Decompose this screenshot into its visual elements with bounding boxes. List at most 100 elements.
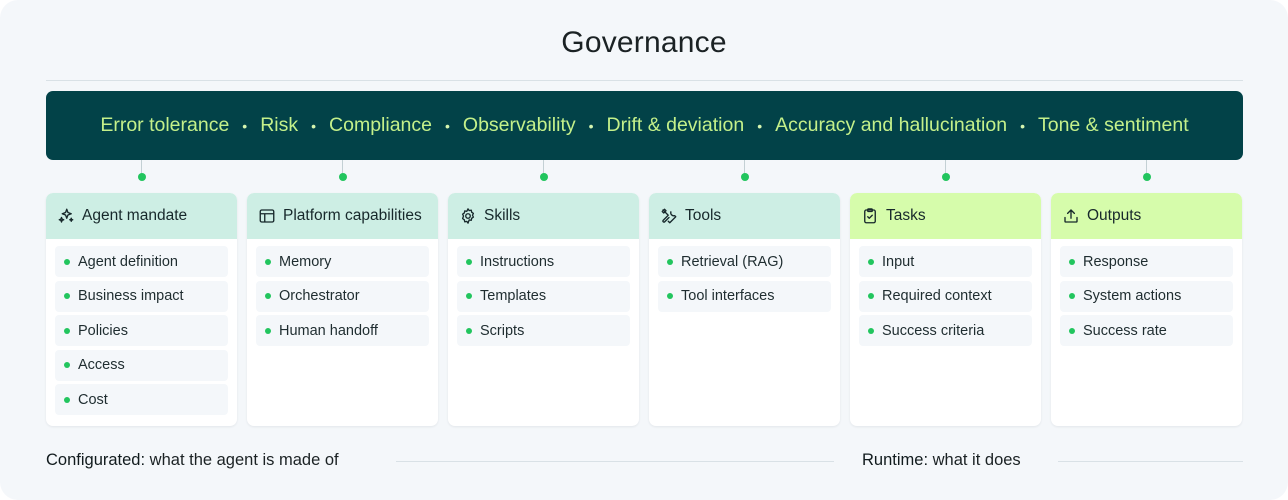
list-item-label: Cost [78, 391, 108, 408]
list-item: Policies [55, 315, 228, 346]
list-item: Success criteria [859, 315, 1032, 346]
list-item: Agent definition [55, 246, 228, 277]
governance-item: Tone & sentiment [1037, 114, 1189, 136]
list-item: System actions [1060, 280, 1233, 312]
bullet-dot [64, 293, 70, 299]
list-item-label: Orchestrator [279, 288, 360, 304]
list-item-label: Input [882, 253, 915, 270]
card-title: Platform capabilities [283, 207, 422, 224]
footer-runtime: Runtime: what it does [862, 451, 1021, 470]
list-item-label: Access [78, 357, 125, 373]
list-item-label: Templates [480, 288, 547, 304]
governance-item: Risk [260, 114, 299, 136]
list-item-label: Tool interfaces [681, 288, 775, 304]
connector-dot [137, 173, 146, 181]
governance-separator: • [445, 117, 450, 134]
connector-dot [539, 173, 548, 181]
footer-configurated-text: what the agent is made of [149, 451, 339, 469]
card-title: Tools [685, 207, 722, 224]
list-item-label: System actions [1083, 288, 1182, 304]
list-item-label: Success criteria [882, 322, 985, 339]
governance-item: Accuracy and hallucination [775, 114, 1008, 136]
footer-runtime-label: Runtime: [862, 451, 929, 469]
governance-item: Drift & deviation [606, 114, 745, 136]
list-item-label: Retrieval (RAG) [681, 253, 784, 270]
bullet-dot [868, 258, 874, 265]
connector-dot [338, 173, 347, 181]
footer-configurated: Configurated: what the agent is made of [46, 451, 339, 470]
list-item-label: Policies [78, 322, 128, 339]
bullet-dot [64, 362, 70, 368]
connector-dot [740, 173, 749, 181]
card-agent-mandate: Agent mandate Agent definition Business im… [46, 193, 237, 426]
card-header: Skills [448, 193, 639, 239]
card-header: Agent mandate [46, 193, 237, 239]
card-title: Outputs [1087, 207, 1142, 224]
governance-separator: • [757, 117, 763, 134]
card-item-list: Response System actions Success rate [1051, 239, 1242, 346]
card-title: Agent mandate [82, 207, 188, 224]
list-item: Required context [859, 280, 1032, 312]
bullet-dot [667, 258, 673, 265]
list-item: Tool interfaces [658, 280, 831, 312]
card-tasks: Tasks Input Required context Success criter… [850, 193, 1041, 426]
bullet-dot [466, 293, 472, 299]
card-header: Tools [649, 193, 840, 239]
bullet-dot [265, 258, 271, 265]
list-item-label: Scripts [480, 322, 525, 339]
card-item-list: Instructions Templates Scripts [448, 239, 639, 346]
card-tools: Tools Retrieval (RAG) Tool interfaces [649, 193, 840, 426]
governance-separator: • [588, 117, 594, 134]
bullet-dot [667, 293, 673, 299]
list-item: Access [55, 349, 228, 381]
card-title: Skills [484, 207, 521, 224]
card-item-list: Retrieval (RAG) Tool interfaces [649, 239, 840, 312]
list-item-label: Success rate [1083, 322, 1167, 339]
card-skills: Skills Instructions Templates Scripts [448, 193, 639, 426]
connector-dot [941, 173, 950, 181]
list-item: Response [1060, 246, 1233, 277]
upload-icon [1062, 207, 1080, 225]
bullet-dot [466, 258, 472, 265]
bullet-dot [1069, 327, 1075, 334]
list-item: Scripts [457, 315, 630, 346]
card-outputs: Outputs Response System actions Success rat… [1051, 193, 1242, 426]
governance-item: Error tolerance [100, 114, 230, 136]
card-item-list: Agent definition Business impact Policies A… [46, 239, 237, 415]
governance-separator: • [242, 117, 248, 134]
layout-icon [258, 207, 276, 225]
governance-item: Compliance [329, 114, 432, 136]
card-item-list: Input Required context Success criteria [850, 239, 1041, 346]
bullet-dot [1069, 258, 1075, 265]
bullet-dot [868, 327, 874, 334]
footer-configurated-label: Configurated: [46, 451, 146, 469]
connector-dot [1142, 173, 1151, 181]
card-item-list: Memory Orchestrator Human handoff [247, 239, 438, 346]
card-title: Tasks [886, 207, 926, 224]
footer-runtime-divider [1058, 461, 1243, 462]
governance-item: Observability [462, 114, 576, 136]
governance-separator: • [1020, 117, 1025, 134]
list-item: Input [859, 246, 1032, 277]
bullet-dot [265, 293, 271, 299]
list-item-label: Memory [279, 253, 332, 270]
bullet-dot [868, 293, 874, 299]
list-item: Templates [457, 280, 630, 312]
list-item: Cost [55, 384, 228, 415]
list-item: Instructions [457, 246, 630, 277]
list-item: Retrieval (RAG) [658, 246, 831, 277]
card-header: Platform capabilities [247, 193, 438, 239]
list-item: Orchestrator [256, 280, 429, 312]
list-item-label: Human handoff [279, 322, 378, 339]
card-platform-capabilities: Platform capabilities Memory Orchestrator H… [247, 193, 438, 426]
title-divider [46, 80, 1243, 81]
list-item: Memory [256, 246, 429, 277]
list-item-label: Instructions [480, 253, 555, 270]
list-item: Human handoff [256, 315, 429, 346]
list-item-label: Response [1083, 253, 1149, 270]
governance-separator: • [311, 117, 317, 134]
bullet-dot [466, 327, 472, 334]
footer-configurated-divider [396, 461, 834, 462]
footer-runtime-text: what it does [932, 451, 1021, 469]
diagram-frame: Governance Error tolerance • Risk • Complian… [0, 0, 1288, 500]
